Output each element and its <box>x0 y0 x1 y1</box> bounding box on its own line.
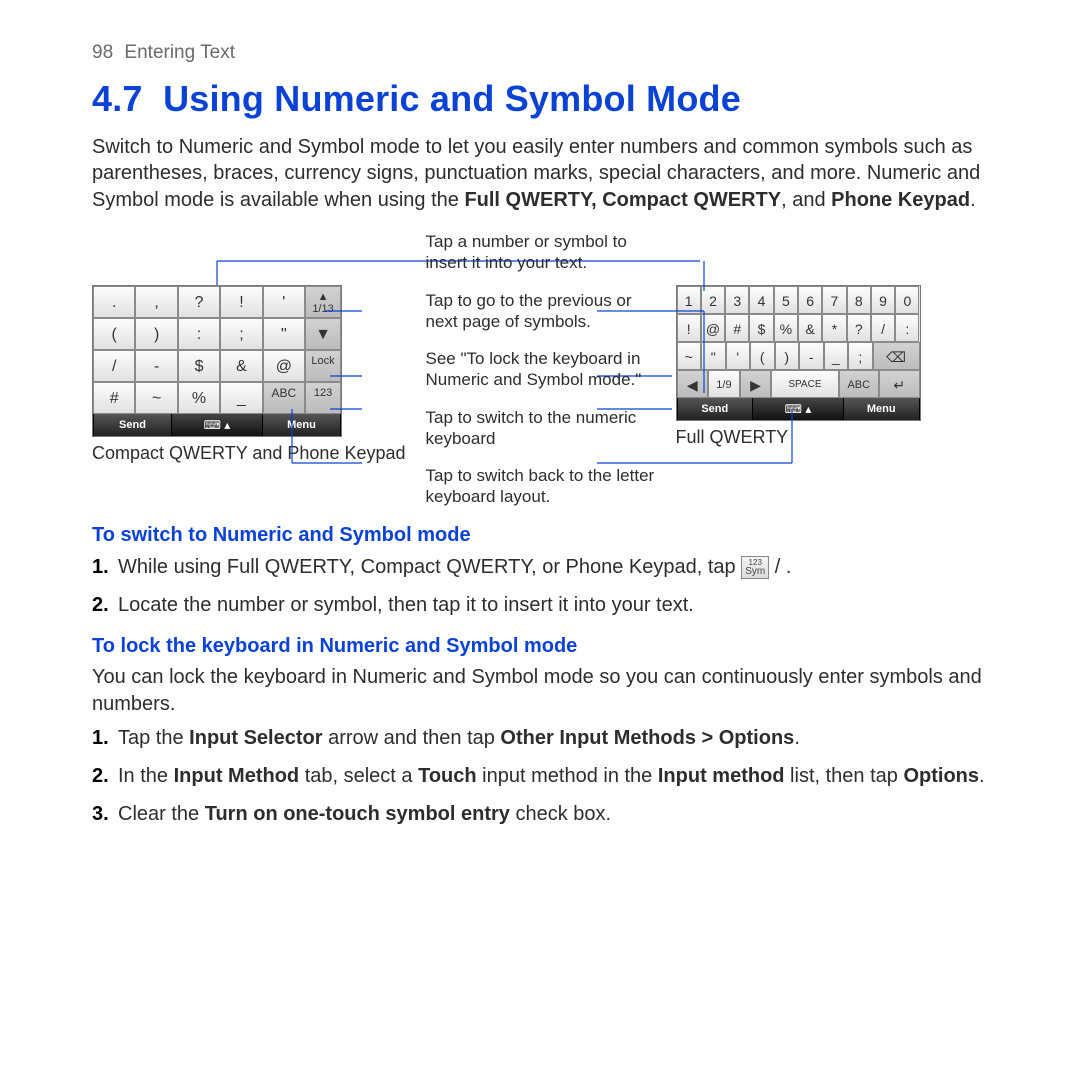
key[interactable]: / <box>93 350 135 382</box>
callout-captions: Tap a number or symbol to insert it into… <box>426 231 656 508</box>
key[interactable]: $ <box>749 314 773 342</box>
key[interactable]: & <box>798 314 822 342</box>
backspace-key[interactable]: ⌫ <box>873 342 920 370</box>
key[interactable]: ( <box>750 342 775 370</box>
page-down-key[interactable]: ▼ <box>305 318 341 350</box>
step: 2. In the Input Method tab, select a Tou… <box>118 762 988 790</box>
key[interactable]: % <box>774 314 798 342</box>
key[interactable]: 9 <box>871 286 895 314</box>
key[interactable]: ~ <box>677 342 702 370</box>
key[interactable]: ? <box>847 314 871 342</box>
key[interactable]: , <box>135 286 177 318</box>
step: 3. Clear the Turn on one-touch symbol en… <box>118 800 988 828</box>
key[interactable]: ? <box>178 286 220 318</box>
page-prev-key[interactable]: ◀ <box>677 370 709 398</box>
page-next-key[interactable]: ▶ <box>740 370 772 398</box>
key[interactable]: 8 <box>847 286 871 314</box>
full-keypad: 1 2 3 4 5 6 7 8 9 0 ! @ # <box>676 285 921 421</box>
intro-paragraph: Switch to Numeric and Symbol mode to let… <box>92 134 988 213</box>
key[interactable]: ! <box>677 314 701 342</box>
key[interactable]: ' <box>263 286 305 318</box>
step: 2.Locate the number or symbol, then tap … <box>118 591 988 619</box>
key[interactable]: _ <box>220 382 262 414</box>
compact-label: Compact QWERTY and Phone Keypad <box>92 443 406 464</box>
enter-key[interactable]: ↵ <box>879 370 920 398</box>
key[interactable]: ; <box>220 318 262 350</box>
section-title: 4.7 Using Numeric and Symbol Mode <box>92 78 988 120</box>
key[interactable]: - <box>799 342 824 370</box>
caption-abc: Tap to switch back to the letter keyboar… <box>426 465 656 508</box>
key[interactable]: / <box>871 314 895 342</box>
figure-area: . , ? ! ' ▲1/13 ( ) : ; " ▼ <box>92 231 988 508</box>
key[interactable]: 4 <box>749 286 773 314</box>
key[interactable]: ) <box>775 342 800 370</box>
menu-softkey[interactable]: Menu <box>262 414 341 436</box>
step: 1. While using Full QWERTY, Compact QWER… <box>118 553 988 581</box>
key[interactable]: & <box>220 350 262 382</box>
key[interactable]: _ <box>824 342 849 370</box>
caption-page: Tap to go to the previous or next page o… <box>426 290 656 333</box>
breadcrumb: Entering Text <box>124 42 235 63</box>
key[interactable]: " <box>701 342 726 370</box>
key[interactable]: 1 <box>677 286 701 314</box>
lock-key[interactable]: Lock <box>305 350 341 382</box>
key[interactable]: ~ <box>135 382 177 414</box>
page-header: 98 Entering Text <box>92 42 988 64</box>
key[interactable]: # <box>93 382 135 414</box>
key[interactable]: ! <box>220 286 262 318</box>
key[interactable]: ( <box>93 318 135 350</box>
sym-key-icon: 123Sym <box>741 556 769 579</box>
page-indicator: 1/9 <box>708 370 740 398</box>
key[interactable]: . <box>93 286 135 318</box>
page-up-key[interactable]: ▲1/13 <box>305 286 341 318</box>
input-selector[interactable]: ⌨ ▴ <box>172 414 262 436</box>
sub2-heading: To lock the keyboard in Numeric and Symb… <box>92 635 988 658</box>
sub2-intro: You can lock the keyboard in Numeric and… <box>92 664 988 718</box>
key[interactable]: " <box>263 318 305 350</box>
abc-key[interactable]: ABC <box>263 382 305 414</box>
sub1-steps: 1. While using Full QWERTY, Compact QWER… <box>92 553 988 619</box>
key[interactable]: @ <box>263 350 305 382</box>
caption-numeric: Tap to switch to the numeric keyboard <box>426 407 656 450</box>
key[interactable]: ; <box>848 342 873 370</box>
sub2-steps: 1. Tap the Input Selector arrow and then… <box>92 724 988 828</box>
page-number: 98 <box>92 42 113 63</box>
numeric-key[interactable]: 123 <box>305 382 341 414</box>
key[interactable]: 7 <box>822 286 846 314</box>
key[interactable]: 0 <box>895 286 919 314</box>
menu-softkey[interactable]: Menu <box>843 398 920 420</box>
key[interactable]: * <box>822 314 846 342</box>
input-selector[interactable]: ⌨ ▴ <box>753 398 843 420</box>
key[interactable]: - <box>135 350 177 382</box>
caption-insert: Tap a number or symbol to insert it into… <box>426 231 656 274</box>
send-softkey[interactable]: Send <box>677 398 754 420</box>
key[interactable]: % <box>178 382 220 414</box>
key[interactable]: 6 <box>798 286 822 314</box>
caption-lock: See "To lock the keyboard in Numeric and… <box>426 348 656 391</box>
full-label: Full QWERTY <box>676 427 921 448</box>
key[interactable]: 2 <box>701 286 725 314</box>
sub1-heading: To switch to Numeric and Symbol mode <box>92 524 988 547</box>
key[interactable]: : <box>178 318 220 350</box>
space-key[interactable]: SPACE <box>771 370 838 398</box>
key[interactable]: 3 <box>725 286 749 314</box>
key[interactable]: ' <box>726 342 751 370</box>
key[interactable]: $ <box>178 350 220 382</box>
key[interactable]: ) <box>135 318 177 350</box>
key[interactable]: # <box>725 314 749 342</box>
key[interactable]: : <box>895 314 919 342</box>
key[interactable]: @ <box>701 314 725 342</box>
step: 1. Tap the Input Selector arrow and then… <box>118 724 988 752</box>
compact-keypad: . , ? ! ' ▲1/13 ( ) : ; " ▼ <box>92 285 342 437</box>
abc-key[interactable]: ABC <box>839 370 880 398</box>
key[interactable]: 5 <box>774 286 798 314</box>
send-softkey[interactable]: Send <box>93 414 172 436</box>
